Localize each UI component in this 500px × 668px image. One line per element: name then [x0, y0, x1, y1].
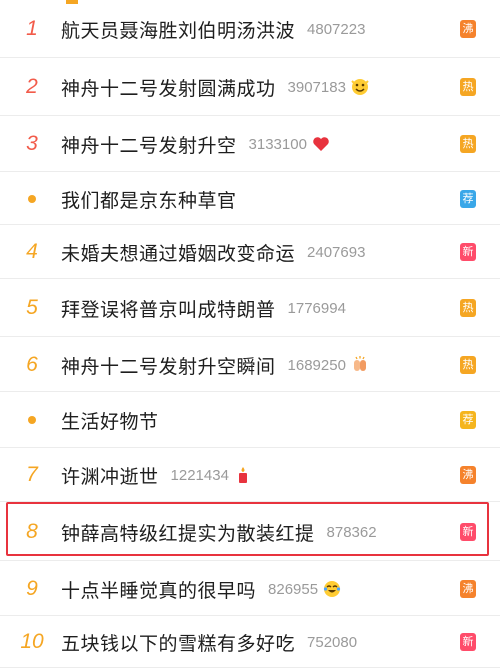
- trending-row[interactable]: 6 神舟十二号发射升空瞬间 1689250 热: [0, 337, 500, 392]
- title-group: 神舟十二号发射升空瞬间 1689250: [61, 350, 440, 380]
- status-badge: 荐: [460, 411, 476, 429]
- heat-count: 2407693: [307, 243, 366, 261]
- topic-title[interactable]: 生活好物节: [61, 407, 159, 434]
- heat-count: 4807223: [307, 20, 366, 38]
- topic-title[interactable]: 神舟十二号发射升空: [61, 131, 237, 158]
- promo-dot: [28, 416, 36, 424]
- rank-number: 8: [26, 520, 38, 543]
- trending-row[interactable]: 9 十点半睡觉真的很早吗 826955 沸: [0, 561, 500, 616]
- topic-title[interactable]: 十点半睡觉真的很早吗: [61, 576, 256, 603]
- heat-count: 1776994: [287, 299, 346, 317]
- heat-count: 3133100: [248, 135, 307, 153]
- title-group: 钟薛高特级红提实为散装红提 878362: [61, 517, 440, 547]
- candle-icon: [233, 465, 253, 485]
- status-badge: 热: [460, 356, 476, 374]
- title-group: 未婚夫想通过婚姻改变命运 2407693: [61, 237, 440, 267]
- rank-number: 3: [26, 132, 38, 155]
- heat-count: 752080: [307, 633, 358, 651]
- rank-number: 7: [26, 463, 38, 486]
- topic-title[interactable]: 我们都是京东种草官: [61, 186, 237, 213]
- rank-number: 1: [26, 17, 38, 40]
- rank-number: 2: [26, 75, 38, 98]
- trending-row[interactable]: 7 许渊冲逝世 1221434 沸: [0, 448, 500, 502]
- rank-number: 9: [26, 577, 38, 600]
- status-badge: 热: [460, 299, 476, 317]
- status-badge: 热: [460, 135, 476, 153]
- heat-count: 878362: [326, 523, 377, 541]
- rank-number: 5: [26, 296, 38, 319]
- heat-count: 3907183: [287, 78, 346, 96]
- heat-count: 1689250: [287, 356, 346, 374]
- title-group: 航天员聂海胜刘伯明汤洪波 4807223: [61, 14, 440, 44]
- topic-title[interactable]: 钟薛高特级红提实为散装红提: [61, 519, 315, 546]
- trending-row[interactable]: 1 航天员聂海胜刘伯明汤洪波 4807223 沸: [0, 0, 500, 58]
- heat-count: 826955: [268, 580, 319, 598]
- laughing-tears-face-icon: [322, 579, 342, 599]
- title-group: 十点半睡觉真的很早吗 826955: [61, 574, 440, 604]
- status-badge: 热: [460, 78, 476, 96]
- status-badge: 沸: [460, 20, 476, 38]
- topic-title[interactable]: 未婚夫想通过婚姻改变命运: [61, 239, 295, 266]
- topic-title[interactable]: 神舟十二号发射升空瞬间: [61, 352, 276, 379]
- title-group: 拜登误将普京叫成特朗普 1776994: [61, 293, 440, 323]
- trending-row[interactable]: 我们都是京东种草官 荐: [0, 172, 500, 225]
- trending-row[interactable]: 5 拜登误将普京叫成特朗普 1776994 热: [0, 279, 500, 337]
- topic-title[interactable]: 拜登误将普京叫成特朗普: [61, 295, 276, 322]
- topic-title[interactable]: 五块钱以下的雪糕有多好吃: [61, 629, 295, 656]
- rank-number: 6: [26, 353, 38, 376]
- topic-title[interactable]: 航天员聂海胜刘伯明汤洪波: [61, 16, 295, 43]
- rank-number: 10: [20, 630, 44, 653]
- promo-dot: [28, 195, 36, 203]
- title-group: 五块钱以下的雪糕有多好吃 752080: [61, 627, 440, 657]
- trending-row[interactable]: 生活好物节 荐: [0, 392, 500, 448]
- status-badge: 新: [460, 523, 476, 541]
- title-group: 生活好物节: [61, 405, 440, 435]
- trending-row[interactable]: 8 钟薛高特级红提实为散装红提 878362 新: [0, 502, 500, 561]
- trending-row[interactable]: 2 神舟十二号发射圆满成功 3907183 热: [0, 58, 500, 116]
- rank-number: 4: [26, 240, 38, 263]
- trending-row[interactable]: 4 未婚夫想通过婚姻改变命运 2407693 新: [0, 225, 500, 279]
- title-group: 许渊冲逝世 1221434: [61, 460, 440, 490]
- title-group: 神舟十二号发射圆满成功 3907183: [61, 72, 440, 102]
- clapping-hands-icon: [350, 355, 370, 375]
- topic-title[interactable]: 神舟十二号发射圆满成功: [61, 74, 276, 101]
- title-group: 神舟十二号发射升空 3133100: [61, 129, 440, 159]
- heat-count: 1221434: [170, 466, 229, 484]
- status-badge: 沸: [460, 466, 476, 484]
- status-badge: 荐: [460, 190, 476, 208]
- cheering-face-icon: [350, 77, 370, 97]
- title-group: 我们都是京东种草官: [61, 184, 440, 214]
- trending-row[interactable]: 10 五块钱以下的雪糕有多好吃 752080 新: [0, 616, 500, 668]
- status-badge: 新: [460, 633, 476, 651]
- red-heart-icon: [311, 134, 331, 154]
- status-badge: 沸: [460, 580, 476, 598]
- status-badge: 新: [460, 243, 476, 261]
- hot-search-list: 1 航天员聂海胜刘伯明汤洪波 4807223 沸 2 神舟十二号发射圆满成功 3907183…: [0, 0, 500, 668]
- topic-title[interactable]: 许渊冲逝世: [61, 462, 159, 489]
- trending-row[interactable]: 3 神舟十二号发射升空 3133100 热: [0, 116, 500, 172]
